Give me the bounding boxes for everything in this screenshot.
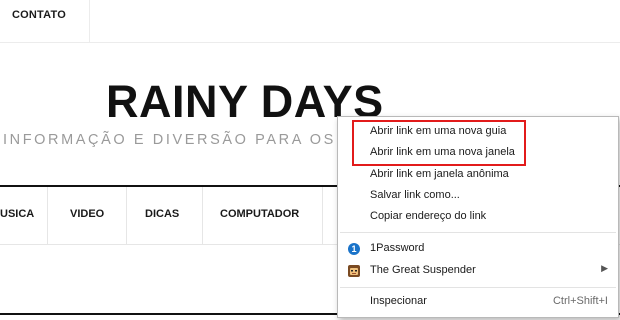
menu-item-label: Inspecionar — [370, 295, 427, 307]
menu-item-save-link[interactable]: Salvar link como... — [338, 186, 618, 206]
menu-item-label: 1Password — [370, 242, 425, 254]
menu-item-shortcut: Ctrl+Shift+I — [552, 295, 608, 307]
submenu-arrow-icon: ▶ — [601, 263, 608, 273]
menu-item-inspect[interactable]: Inspecionar Ctrl+Shift+I — [338, 292, 618, 312]
nav-item-musica[interactable]: USICA — [0, 187, 48, 244]
site-tagline: INFORMAÇÃO E DIVERSÃO PARA OS DI — [3, 132, 363, 148]
menu-item-copy-link[interactable]: Copiar endereço do link — [338, 207, 618, 227]
nav-item-label: VIDEO — [70, 208, 105, 220]
nav-contact-label: CONTATO — [12, 9, 66, 21]
nav-item-label: COMPUTADOR — [220, 208, 300, 220]
nav-item-label: DICAS — [145, 208, 180, 220]
menu-separator — [340, 232, 616, 233]
nav-item-label: USICA — [0, 208, 35, 220]
menu-item-great-suspender[interactable]: The Great Suspender ▶ — [338, 261, 618, 281]
nav-contact[interactable]: CONTATO — [0, 0, 90, 42]
highlight-annotation — [352, 120, 526, 166]
menu-separator — [340, 287, 616, 288]
nav-item-dicas[interactable]: DICAS — [126, 187, 203, 244]
top-bar: CONTATO — [0, 0, 620, 43]
menu-item-label: Abrir link em janela anônima — [370, 168, 509, 180]
menu-item-1password[interactable]: 1 1Password — [338, 239, 618, 259]
onepassword-icon: 1 — [348, 243, 360, 255]
menu-item-label: Copiar endereço do link — [370, 210, 487, 222]
menu-item-open-incognito[interactable]: Abrir link em janela anônima — [338, 165, 618, 185]
nav-item-computador[interactable]: COMPUTADOR — [202, 187, 323, 244]
menu-item-label: Salvar link como... — [370, 189, 460, 201]
menu-item-label: The Great Suspender — [370, 264, 476, 276]
nav-item-video[interactable]: VIDEO — [47, 187, 127, 244]
great-suspender-icon — [348, 265, 360, 277]
